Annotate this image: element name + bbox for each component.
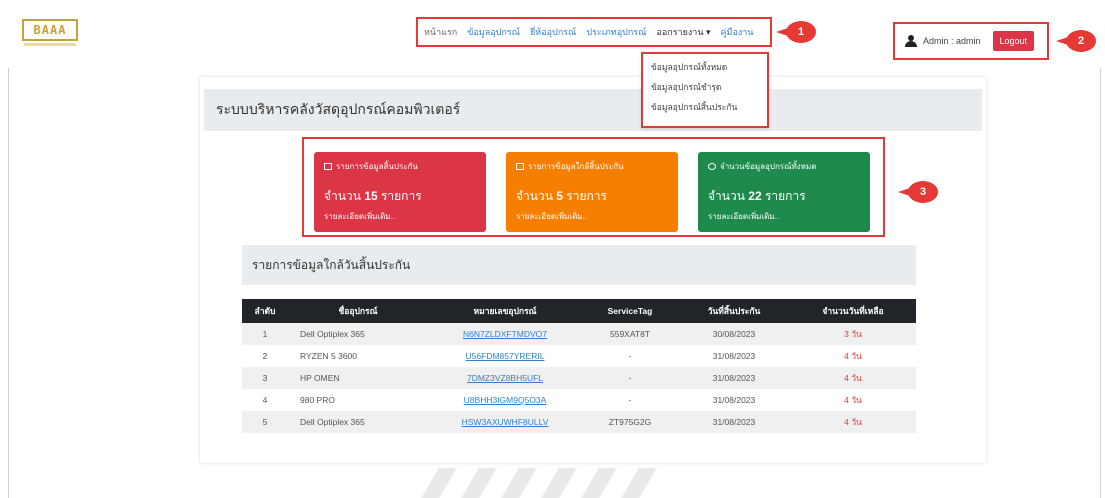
- cell-days-left: 4 วัน: [790, 389, 916, 411]
- reports-dropdown-menu: ข้อมูลอุปกรณ์ทั้งหมด ข้อมูลอุปกรณ์ชำรุด …: [641, 52, 769, 128]
- logo-underline: [24, 43, 76, 46]
- logo-text: BAAA: [33, 23, 67, 37]
- cell-expiry-date: 30/08/2023: [678, 323, 790, 345]
- cell-servicetag: 559XAT8T: [582, 323, 678, 345]
- cell-serial-link[interactable]: N6N7ZLDXFTMDVO7: [428, 323, 582, 345]
- nav-equipment[interactable]: ข้อมูลอุปกรณ์: [467, 25, 520, 39]
- cell-serial-link[interactable]: U56FDM857YRERIL: [428, 345, 582, 367]
- table-row: 5 Dell Optiplex 365 HSW3AXUWHF8ULLV ZT97…: [242, 411, 916, 433]
- col-header-no: ลำดับ: [242, 299, 288, 323]
- cell-name: RYZEN 5 3600: [288, 345, 428, 367]
- card-heading: จำนวนข้อมูลอุปกรณ์ทั้งหมด: [708, 160, 860, 173]
- cell-expiry-date: 31/08/2023: [678, 411, 790, 433]
- page-title-bar: ระบบบริหารคลังวัสดุอุปกรณ์คอมพิวเตอร์: [204, 89, 982, 131]
- dropdown-item-damaged-equipment[interactable]: ข้อมูลอุปกรณ์ชำรุด: [651, 80, 767, 100]
- cell-servicetag: -: [582, 345, 678, 367]
- cell-name: HP OMEN: [288, 367, 428, 389]
- card-all-equipment[interactable]: จำนวนข้อมูลอุปกรณ์ทั้งหมด จำนวน 22 รายกา…: [698, 152, 870, 232]
- annotation-badge-3: 3: [898, 181, 938, 203]
- cell-servicetag: -: [582, 367, 678, 389]
- col-header-expiry-date: วันที่สิ้นประกัน: [678, 299, 790, 323]
- summary-cards: รายการข้อมูลสิ้นประกัน จำนวน 15 รายการ ร…: [302, 137, 885, 237]
- table-row: 3 HP OMEN 7DMZ3VZ8BH5UFL - 31/08/2023 4 …: [242, 367, 916, 389]
- cell-name: Dell Optiplex 365: [288, 411, 428, 433]
- cell-name: Dell Optiplex 365: [288, 323, 428, 345]
- annotation-badge-1: 1: [776, 21, 816, 43]
- dropdown-item-expired-equipment[interactable]: ข้อมูลอุปกรณ์สิ้นประกัน: [651, 100, 767, 120]
- col-header-serial: หมายเลขอุปกรณ์: [428, 299, 582, 323]
- card-more-link[interactable]: รายละเอียดเพิ่มเติม..: [516, 210, 668, 223]
- cell-servicetag: ZT975G2G: [582, 411, 678, 433]
- watermark: [410, 462, 690, 498]
- app-logo[interactable]: BAAA: [22, 19, 78, 41]
- nav-home[interactable]: หน้าแรก: [424, 25, 457, 39]
- card-heading: รายการข้อมูลสิ้นประกัน: [324, 160, 476, 173]
- cell-name: 980 PRO: [288, 389, 428, 411]
- card-count: จำนวน 22 รายการ: [708, 189, 806, 203]
- nav-manual[interactable]: คู่มืองาน: [721, 25, 754, 39]
- card-heading: รายการข้อมูลใกล้สิ้นประกัน: [516, 160, 668, 173]
- section-title-bar: รายการข้อมูลใกล้วันสิ้นประกัน: [242, 245, 916, 285]
- cell-days-left: 3 วัน: [790, 323, 916, 345]
- section-title: รายการข้อมูลใกล้วันสิ้นประกัน: [252, 257, 411, 272]
- cell-expiry-date: 31/08/2023: [678, 345, 790, 367]
- nav-types[interactable]: ประเภทอุปกรณ์: [586, 25, 646, 39]
- cell-expiry-date: 31/08/2023: [678, 389, 790, 411]
- page-title: ระบบบริหารคลังวัสดุอุปกรณ์คอมพิวเตอร์: [216, 101, 461, 117]
- cell-no: 4: [242, 389, 288, 411]
- nav-brands[interactable]: ยี่ห้ออุปกรณ์: [530, 25, 576, 39]
- cell-expiry-date: 31/08/2023: [678, 367, 790, 389]
- col-header-name: ชื่ออุปกรณ์: [288, 299, 428, 323]
- cell-no: 3: [242, 367, 288, 389]
- cell-no: 1: [242, 323, 288, 345]
- col-header-servicetag: ServiceTag: [582, 299, 678, 323]
- cell-no: 2: [242, 345, 288, 367]
- cell-serial-link[interactable]: U8BHH3IGM9Q5O3A: [428, 389, 582, 411]
- cell-days-left: 4 วัน: [790, 367, 916, 389]
- cell-days-left: 4 วัน: [790, 411, 916, 433]
- card-more-link[interactable]: รายละเอียดเพิ่มเติม..: [324, 210, 476, 223]
- card-expired-warranty[interactable]: รายการข้อมูลสิ้นประกัน จำนวน 15 รายการ ร…: [314, 152, 486, 232]
- list-icon: [324, 163, 332, 170]
- card-near-expiry[interactable]: รายการข้อมูลใกล้สิ้นประกัน จำนวน 5 รายกา…: [506, 152, 678, 232]
- table-row: 1 Dell Optiplex 365 N6N7ZLDXFTMDVO7 559X…: [242, 323, 916, 345]
- main-content: ระบบบริหารคลังวัสดุอุปกรณ์คอมพิวเตอร์ รา…: [200, 77, 986, 463]
- near-expiry-table: ลำดับ ชื่ออุปกรณ์ หมายเลขอุปกรณ์ Service…: [242, 299, 916, 433]
- card-count: จำนวน 15 รายการ: [324, 189, 422, 203]
- database-icon: [708, 163, 716, 170]
- cell-servicetag: -: [582, 389, 678, 411]
- dropdown-item-all-equipment[interactable]: ข้อมูลอุปกรณ์ทั้งหมด: [651, 60, 767, 80]
- cell-serial-link[interactable]: 7DMZ3VZ8BH5UFL: [428, 367, 582, 389]
- table-row: 4 980 PRO U8BHH3IGM9Q5O3A - 31/08/2023 4…: [242, 389, 916, 411]
- annotation-badge-2: 2: [1056, 30, 1096, 52]
- list-icon: [516, 163, 524, 170]
- cell-days-left: 4 วัน: [790, 345, 916, 367]
- user-panel: Admin : admin Logout: [893, 22, 1049, 60]
- table-header-row: ลำดับ ชื่ออุปกรณ์ หมายเลขอุปกรณ์ Service…: [242, 299, 916, 323]
- user-label: Admin : admin: [923, 36, 981, 46]
- nav-reports-dropdown[interactable]: ออกรายงาน ▾: [656, 25, 710, 39]
- top-navbar: BAAA หน้าแรก ข้อมูลอุปกรณ์ ยี่ห้ออุปกรณ์…: [0, 0, 1105, 68]
- cell-serial-link[interactable]: HSW3AXUWHF8ULLV: [428, 411, 582, 433]
- cell-no: 5: [242, 411, 288, 433]
- card-more-link[interactable]: รายละเอียดเพิ่มเติม..: [708, 210, 860, 223]
- user-icon: [905, 35, 917, 47]
- logout-button[interactable]: Logout: [992, 31, 1035, 51]
- main-menu: หน้าแรก ข้อมูลอุปกรณ์ ยี่ห้ออุปกรณ์ ประเ…: [416, 17, 772, 47]
- table-row: 2 RYZEN 5 3600 U56FDM857YRERIL - 31/08/2…: [242, 345, 916, 367]
- col-header-days-left: จำนวนวันที่เหลือ: [790, 299, 916, 323]
- card-count: จำนวน 5 รายการ: [516, 189, 607, 203]
